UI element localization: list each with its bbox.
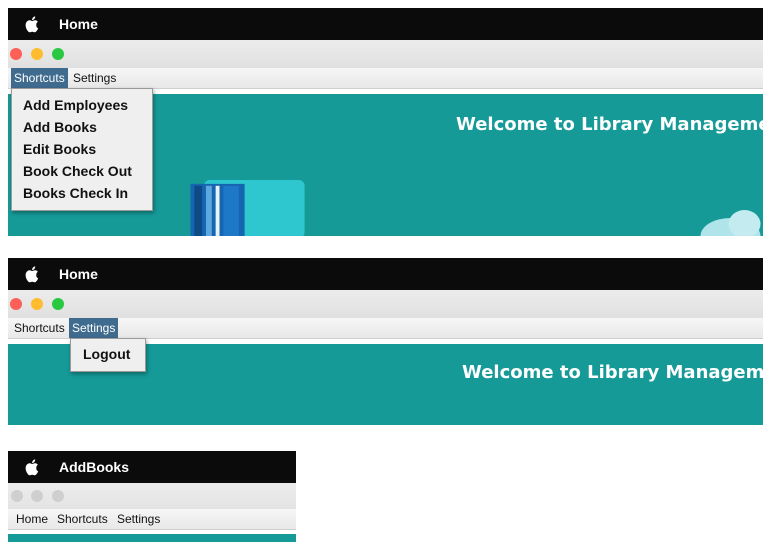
app-title: Home	[59, 266, 98, 282]
system-title-bar: Home	[8, 8, 763, 40]
window-titlebar	[8, 290, 763, 318]
welcome-heading: Welcome to Library Manageme	[456, 114, 763, 135]
home-window-settings-open: Home Shortcuts Settings Welcome to Libra…	[8, 258, 763, 425]
window-titlebar	[8, 483, 296, 509]
minimize-button[interactable]	[31, 298, 43, 310]
system-title-bar: AddBooks	[8, 451, 296, 483]
menu-bar: Shortcuts Settings	[8, 68, 763, 89]
shortcuts-dropdown: Add Employees Add Books Edit Books Book …	[11, 88, 153, 211]
menu-bar: Home Shortcuts Settings	[8, 509, 296, 530]
minimize-button[interactable]	[31, 48, 43, 60]
menu-shortcuts[interactable]: Shortcuts	[11, 318, 68, 338]
minimize-button[interactable]	[31, 490, 43, 502]
close-button[interactable]	[11, 490, 23, 502]
menu-item-add-books[interactable]: Add Books	[12, 116, 152, 138]
menu-item-add-employees[interactable]: Add Employees	[12, 94, 152, 116]
menu-item-logout[interactable]: Logout	[71, 343, 145, 365]
addbooks-window: AddBooks Home Shortcuts Settings	[8, 451, 296, 542]
zoom-button[interactable]	[52, 490, 64, 502]
zoom-button[interactable]	[52, 298, 64, 310]
menu-shortcuts[interactable]: Shortcuts	[54, 509, 111, 529]
cloud-icon	[700, 210, 761, 236]
menu-home[interactable]: Home	[13, 509, 51, 529]
menu-settings[interactable]: Settings	[70, 68, 119, 88]
menu-item-books-check-in[interactable]: Books Check In	[12, 182, 152, 204]
settings-dropdown: Logout	[70, 338, 146, 372]
book-icon	[190, 180, 305, 236]
close-button[interactable]	[10, 48, 22, 60]
zoom-button[interactable]	[52, 48, 64, 60]
welcome-heading: Welcome to Library Managem	[462, 362, 763, 383]
apple-logo-icon[interactable]	[25, 15, 41, 33]
menu-settings[interactable]: Settings	[114, 509, 163, 529]
system-title-bar: Home	[8, 258, 763, 290]
main-content	[8, 534, 296, 542]
menu-item-book-check-out[interactable]: Book Check Out	[12, 160, 152, 182]
home-window-shortcuts-open: Home Shortcuts Settings Welcome to Libra…	[8, 8, 763, 236]
apple-logo-icon[interactable]	[25, 265, 41, 283]
menu-bar: Shortcuts Settings	[8, 318, 763, 339]
window-titlebar	[8, 40, 763, 68]
apple-logo-icon[interactable]	[25, 458, 41, 476]
close-button[interactable]	[10, 298, 22, 310]
menu-shortcuts[interactable]: Shortcuts	[11, 68, 68, 88]
menu-settings[interactable]: Settings	[69, 318, 119, 338]
app-title: AddBooks	[59, 459, 129, 475]
app-title: Home	[59, 16, 98, 32]
menu-item-edit-books[interactable]: Edit Books	[12, 138, 152, 160]
